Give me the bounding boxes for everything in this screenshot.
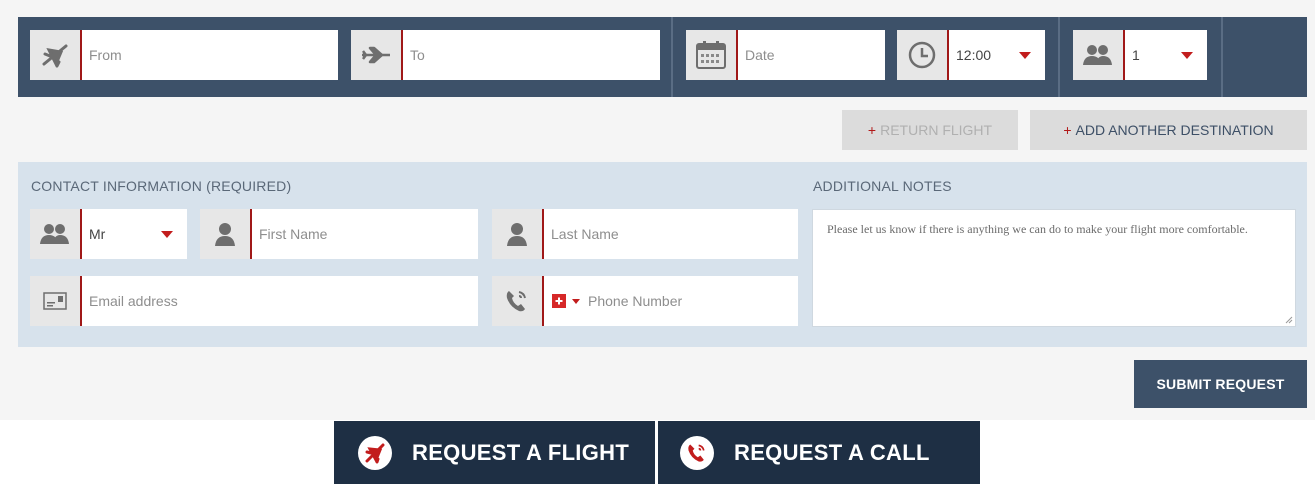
contact-title: CONTACT INFORMATION (REQUIRED) (31, 178, 292, 194)
search-divider (671, 17, 673, 97)
search-divider (1058, 17, 1060, 97)
tab-request-call-label: REQUEST A CALL (734, 439, 930, 465)
phone-icon (680, 435, 714, 470)
first-name-field[interactable]: First Name (200, 209, 478, 259)
return-flight-label: RETURN FLIGHT (880, 122, 993, 138)
user-icon (492, 209, 544, 259)
tab-request-flight[interactable]: REQUEST A FLIGHT (334, 421, 655, 484)
chevron-down-icon (161, 230, 173, 238)
plus-icon: + (867, 122, 877, 138)
tab-request-flight-label: REQUEST A FLIGHT (412, 439, 630, 465)
add-destination-button[interactable]: + ADD ANOTHER DESTINATION (1030, 110, 1307, 150)
phone-icon (492, 276, 544, 326)
calendar-icon (686, 30, 738, 80)
clock-icon (897, 30, 949, 80)
plus-icon: + (1063, 122, 1072, 138)
from-placeholder: From (89, 47, 122, 63)
to-field[interactable]: To (351, 30, 660, 80)
chevron-down-icon[interactable] (572, 298, 580, 304)
time-select[interactable]: 12:00 (897, 30, 1045, 80)
last-name-placeholder: Last Name (551, 226, 619, 242)
return-flight-button[interactable]: + RETURN FLIGHT (842, 110, 1018, 150)
swiss-flag-icon[interactable] (552, 294, 566, 308)
passengers-value: 1 (1132, 47, 1140, 63)
users-icon (30, 209, 82, 259)
phone-field[interactable]: Phone Number (492, 276, 798, 326)
phone-placeholder: Phone Number (588, 293, 683, 309)
add-destination-label: ADD ANOTHER DESTINATION (1075, 122, 1274, 138)
plane-landing-icon (351, 30, 403, 80)
notes-textarea[interactable]: Please let us know if there is anything … (812, 209, 1296, 327)
search-divider (1221, 17, 1223, 97)
submit-request-button[interactable]: SUBMIT REQUEST (1134, 360, 1307, 408)
time-value: 12:00 (956, 47, 992, 63)
notes-placeholder: Please let us know if there is anything … (827, 222, 1248, 236)
salutation-value: Mr (89, 226, 106, 242)
email-field[interactable]: Email address (30, 276, 478, 326)
passengers-select[interactable]: 1 (1073, 30, 1207, 80)
plane-takeoff-icon (30, 30, 82, 80)
date-field[interactable]: Date (686, 30, 885, 80)
tab-request-call[interactable]: REQUEST A CALL (658, 421, 980, 484)
chevron-down-icon (1181, 51, 1193, 59)
user-icon (200, 209, 252, 259)
chevron-down-icon (1019, 51, 1031, 59)
id-card-icon (30, 276, 82, 326)
plane-icon (358, 435, 392, 470)
date-placeholder: Date (745, 47, 775, 63)
last-name-field[interactable]: Last Name (492, 209, 798, 259)
notes-title: ADDITIONAL NOTES (813, 178, 952, 194)
first-name-placeholder: First Name (259, 226, 328, 242)
to-placeholder: To (410, 47, 425, 63)
salutation-select[interactable]: Mr (30, 209, 187, 259)
resize-handle-icon[interactable] (1285, 316, 1293, 324)
email-placeholder: Email address (89, 293, 178, 309)
from-field[interactable]: From (30, 30, 338, 80)
booking-page: From To Date 12:00 1 + RETURN FLIGHT + A… (0, 0, 1315, 484)
users-icon (1073, 30, 1125, 80)
